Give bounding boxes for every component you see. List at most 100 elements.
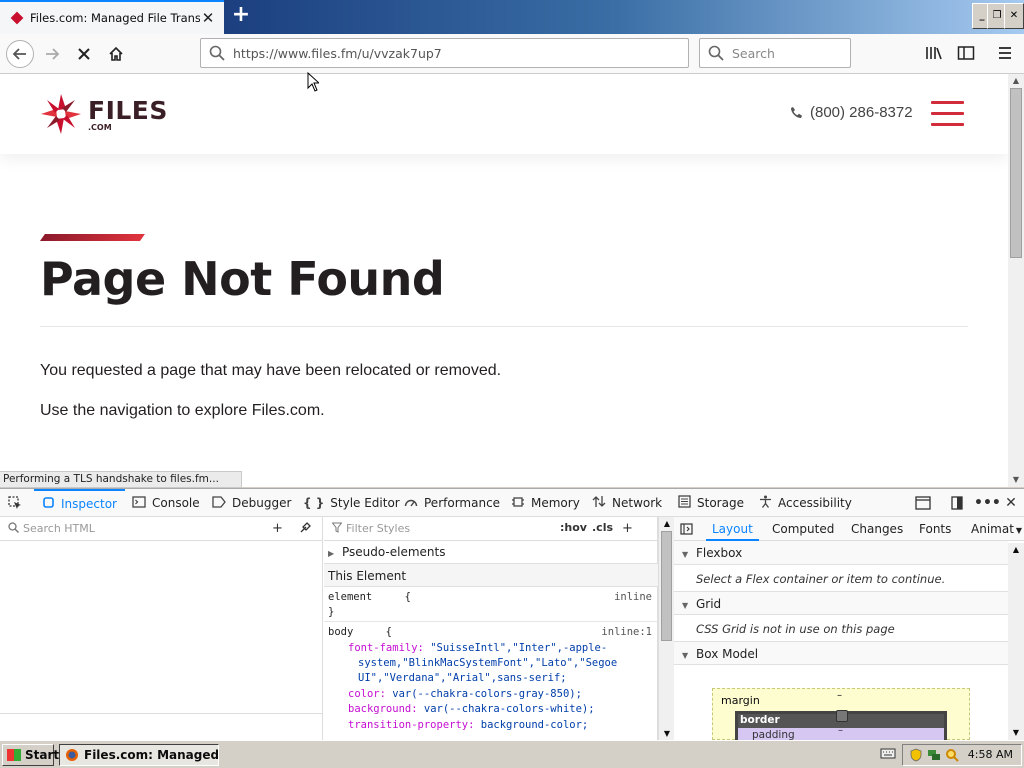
tab-style-editor[interactable]: { } Style Editor (303, 489, 400, 517)
css-declaration-continued: UI","Verdana","Arial",sans-serif; (324, 672, 658, 684)
dock-position-icon[interactable] (946, 489, 968, 517)
web-page: FILES .COM (800) 286-8372 Page Not Found… (0, 74, 1008, 487)
network-icon (592, 495, 606, 511)
url-bar[interactable]: https://www.files.fm/u/vvzak7up7 (200, 38, 689, 68)
phone-link[interactable]: (800) 286-8372 (790, 104, 913, 121)
scroll-thumb[interactable] (661, 531, 672, 641)
tab-animations[interactable]: Animat ▼ (971, 517, 1022, 541)
menu-icon[interactable] (994, 42, 1016, 64)
close-devtools-icon[interactable]: ✕ (1000, 489, 1022, 517)
rules-scrollbar[interactable]: ▲ ▼ (658, 517, 674, 741)
css-value: var(--chakra-colors-gray-850); (392, 688, 582, 700)
forward-button[interactable] (38, 40, 66, 68)
hamburger-line (931, 112, 964, 115)
css-declaration[interactable]: font-family: "SuisseIntl","Inter",-apple… (324, 642, 658, 654)
box-model-border[interactable]: border padding – (735, 710, 947, 742)
page-scrollbar[interactable]: ▲ ▼ (1008, 74, 1024, 487)
scroll-up-icon[interactable]: ▲ (1008, 74, 1024, 88)
performance-icon (404, 496, 418, 511)
tab-inspector[interactable]: Inspector (34, 489, 125, 517)
tab-debugger[interactable]: Debugger (212, 489, 291, 517)
css-declaration[interactable]: background: var(--chakra-colors-white); (324, 703, 658, 715)
tab-accessibility[interactable]: Accessibility (759, 489, 852, 517)
element-picker-icon[interactable] (8, 489, 22, 517)
site-menu-button[interactable] (931, 101, 964, 126)
box-model-section-toggle[interactable]: ▼ Box Model (674, 641, 1008, 665)
site-header: FILES .COM (800) 286-8372 (0, 74, 1008, 154)
accessibility-icon (759, 495, 772, 511)
css-declaration[interactable]: color: var(--chakra-colors-gray-850); (324, 688, 658, 700)
grid-section-toggle[interactable]: ▼ Grid (674, 591, 1008, 615)
rule-source[interactable]: inline:1 (601, 626, 652, 638)
home-button[interactable] (102, 40, 130, 68)
body-rule[interactable]: body { inline:1 (324, 626, 658, 638)
files-favicon-icon (10, 11, 24, 25)
window-close-button[interactable]: ✕ (1004, 3, 1024, 29)
css-property: transition-property: (348, 719, 475, 731)
scroll-down-icon[interactable]: ▼ (1008, 726, 1024, 740)
tab-changes[interactable]: Changes (851, 517, 903, 541)
tab-console[interactable]: Console (132, 489, 200, 517)
pseudo-elements-label: Pseudo-elements (341, 545, 446, 559)
add-node-icon[interactable]: + (272, 521, 283, 536)
divider (40, 326, 968, 327)
logo-subtext: .COM (88, 123, 112, 132)
tab-storage[interactable]: Storage (678, 489, 744, 517)
scroll-down-icon[interactable]: ▼ (1008, 473, 1024, 487)
more-options-icon[interactable]: ••• (974, 489, 1001, 517)
shield-icon[interactable] (909, 748, 923, 768)
sidebar-icon[interactable] (955, 42, 977, 64)
toggle-sidebar-icon[interactable] (680, 517, 693, 541)
tab-fonts[interactable]: Fonts (919, 517, 951, 541)
new-tab-button[interactable]: + (230, 4, 252, 27)
browser-tab[interactable]: Files.com: Managed File Transfer ✕ (0, 0, 224, 34)
tab-layout[interactable]: Layout (706, 517, 759, 541)
element-rule[interactable]: element { inline (324, 591, 658, 603)
styles-filter[interactable]: Filter Styles :hov .cls + (324, 517, 657, 541)
tab-memory[interactable]: Memory (511, 489, 580, 517)
network-tray-icon[interactable] (927, 748, 941, 768)
tab-label: Inspector (61, 497, 117, 511)
css-declaration[interactable]: transition-property: background-color; (324, 719, 658, 731)
collapse-arrow-icon: ▼ (682, 550, 689, 559)
split-console-icon[interactable] (912, 489, 934, 517)
start-button[interactable]: Start (2, 744, 59, 766)
box-model-margin[interactable]: margin – border padding – (712, 688, 970, 742)
windows-flag-icon (7, 749, 21, 761)
console-icon (132, 495, 146, 511)
logo-text: FILES (88, 96, 168, 125)
search-icon (209, 45, 225, 61)
scroll-up-icon[interactable]: ▲ (659, 517, 675, 531)
stop-button[interactable] (70, 40, 98, 68)
tab-close-icon[interactable]: ✕ (200, 10, 216, 26)
eyedropper-icon[interactable] (300, 521, 312, 537)
class-toggle[interactable]: .cls (592, 521, 613, 534)
layout-scrollbar[interactable]: ▲ ▼ (1008, 543, 1024, 740)
scroll-thumb[interactable] (1010, 88, 1022, 258)
scroll-down-icon[interactable]: ▼ (659, 727, 675, 741)
forward-arrow-icon (46, 48, 60, 60)
flexbox-section-toggle[interactable]: ▼ Flexbox (674, 541, 1008, 565)
border-handle[interactable] (836, 710, 848, 722)
html-search[interactable]: Search HTML + (0, 517, 322, 541)
add-rule-icon[interactable]: + (622, 521, 633, 536)
tab-performance[interactable]: Performance (404, 489, 500, 517)
library-icon[interactable] (923, 42, 945, 64)
hover-state-toggle[interactable]: :hov (560, 521, 587, 534)
not-found-message: You requested a page that may have been … (40, 362, 502, 379)
back-button[interactable] (6, 40, 34, 68)
margin-top-value[interactable]: – (837, 690, 842, 701)
files-logo[interactable]: FILES .COM (40, 93, 180, 135)
padding-top-value[interactable]: – (838, 725, 843, 736)
system-tray: 4:58 AM (902, 744, 1022, 766)
tab-computed[interactable]: Computed (772, 517, 834, 541)
scroll-up-icon[interactable]: ▲ (1008, 543, 1024, 557)
taskbar-item-firefox[interactable]: Files.com: Managed Fi... (59, 744, 219, 766)
rule-source[interactable]: inline (614, 591, 652, 603)
pseudo-elements-toggle[interactable]: ▶ Pseudo-elements (324, 545, 658, 559)
url-text: https://www.files.fm/u/vvzak7up7 (233, 45, 442, 61)
search-box[interactable]: Search (699, 38, 851, 68)
search-tray-icon[interactable] (945, 748, 959, 768)
tab-network[interactable]: Network (592, 489, 662, 517)
keyboard-icon[interactable] (880, 747, 896, 761)
